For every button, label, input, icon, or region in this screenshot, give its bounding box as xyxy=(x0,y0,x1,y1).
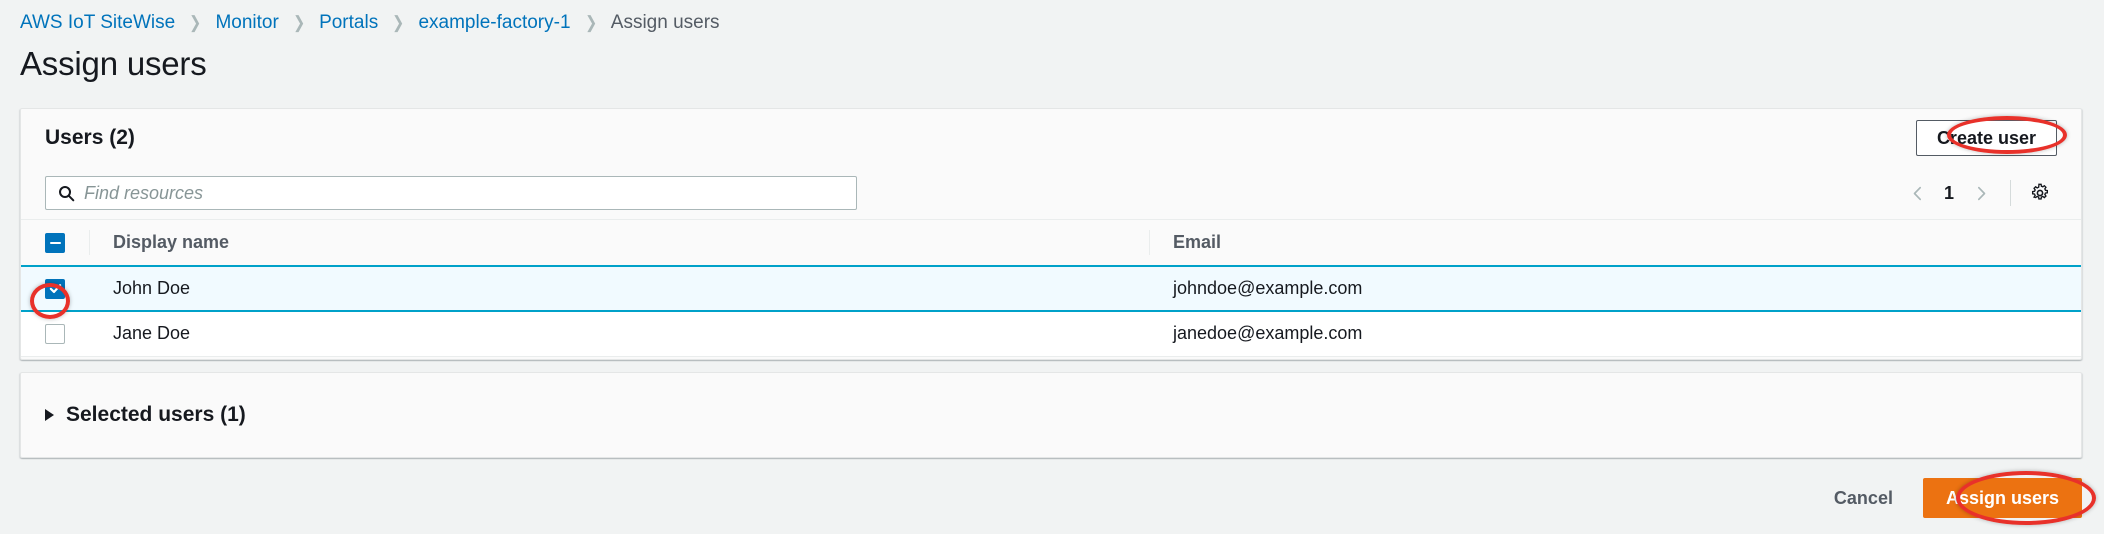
create-user-button[interactable]: Create user xyxy=(1916,120,2057,156)
table-row[interactable]: Jane Doe janedoe@example.com xyxy=(21,311,2081,356)
breadcrumb: AWS IoT SiteWise ❯ Monitor ❯ Portals ❯ e… xyxy=(20,11,720,35)
pagination: 1 xyxy=(1900,176,2057,210)
column-header-email-label: Email xyxy=(1173,232,1221,253)
caret-right-icon xyxy=(45,409,54,421)
column-header-display-name[interactable]: Display name xyxy=(89,220,1149,267)
pagination-divider xyxy=(2010,180,2011,206)
page-title: Assign users xyxy=(20,44,207,84)
breadcrumb-separator-icon: ❯ xyxy=(293,11,305,35)
cell-display-name: Jane Doe xyxy=(89,311,1149,356)
assign-users-button[interactable]: Assign users xyxy=(1923,478,2082,518)
breadcrumb-item-monitor[interactable]: Monitor xyxy=(215,11,278,35)
pagination-prev-button[interactable] xyxy=(1900,176,1934,210)
cancel-button[interactable]: Cancel xyxy=(1830,480,1897,517)
breadcrumb-separator-icon: ❯ xyxy=(392,11,404,35)
card-header: Users (2) Create user xyxy=(21,109,2081,167)
table-row[interactable]: John Doe johndoe@example.com xyxy=(21,266,2081,311)
breadcrumb-separator-icon: ❯ xyxy=(189,11,201,35)
pagination-page-1[interactable]: 1 xyxy=(1934,176,1964,210)
users-table: Display name Email xyxy=(21,219,2081,357)
row-select-cell xyxy=(21,311,89,356)
selected-users-label: Selected users (1) xyxy=(66,403,246,427)
select-all-checkbox[interactable] xyxy=(45,233,65,253)
cell-email: johndoe@example.com xyxy=(1149,266,2081,311)
breadcrumb-item-aws-iot-sitewise[interactable]: AWS IoT SiteWise xyxy=(20,11,175,35)
select-all-header xyxy=(21,220,89,267)
cell-display-name: John Doe xyxy=(89,266,1149,311)
gear-icon[interactable] xyxy=(2023,176,2057,210)
users-table-card: Users (2) Create user 1 xyxy=(20,108,2082,360)
form-actions: Cancel Assign users xyxy=(1830,478,2082,518)
row-checkbox-john-doe[interactable] xyxy=(45,279,65,299)
selected-users-panel: Selected users (1) xyxy=(20,372,2082,458)
table-header-row: Display name Email xyxy=(21,220,2081,267)
table-body: John Doe johndoe@example.com Jane Doe ja… xyxy=(21,266,2081,356)
users-count-title: Users (2) xyxy=(45,126,135,150)
table-head: Display name Email xyxy=(21,220,2081,267)
search-input[interactable] xyxy=(46,177,856,209)
search-box[interactable] xyxy=(45,176,857,210)
breadcrumb-separator-icon: ❯ xyxy=(585,11,597,35)
pagination-next-button[interactable] xyxy=(1964,176,1998,210)
row-checkbox-jane-doe[interactable] xyxy=(45,324,65,344)
selected-users-toggle[interactable]: Selected users (1) xyxy=(45,403,246,427)
column-header-display-name-label: Display name xyxy=(113,232,229,253)
assign-users-page: AWS IoT SiteWise ❯ Monitor ❯ Portals ❯ e… xyxy=(0,0,2104,534)
search-icon xyxy=(57,184,75,202)
cell-email: janedoe@example.com xyxy=(1149,311,2081,356)
breadcrumb-item-example-factory-1[interactable]: example-factory-1 xyxy=(418,11,570,35)
breadcrumb-item-assign-users: Assign users xyxy=(611,11,720,35)
column-header-email[interactable]: Email xyxy=(1149,220,2081,267)
row-select-cell xyxy=(21,266,89,311)
breadcrumb-item-portals[interactable]: Portals xyxy=(319,11,378,35)
table-filter-row: 1 xyxy=(21,167,2081,219)
